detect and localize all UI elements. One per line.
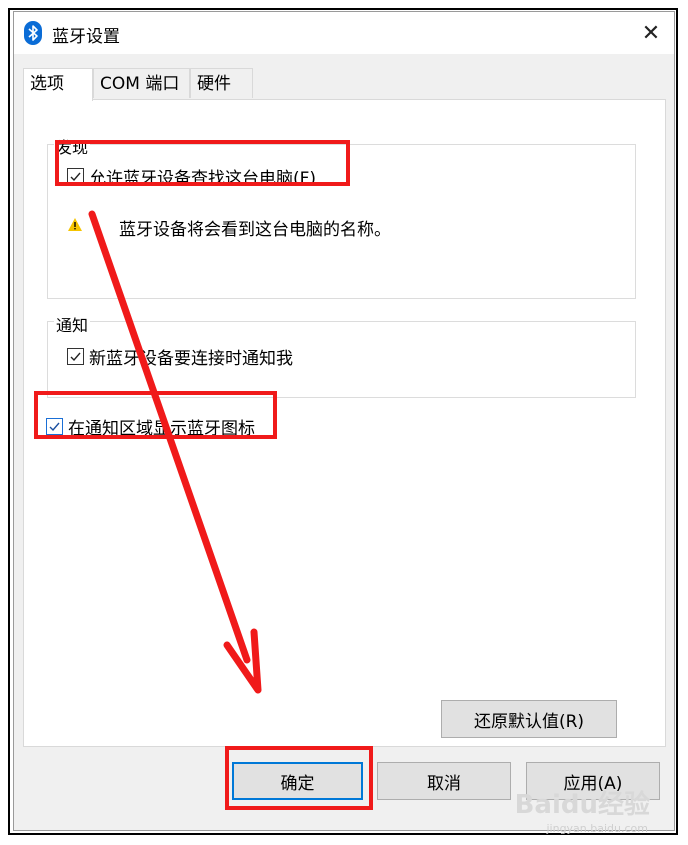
notify-checkbox[interactable] — [67, 348, 84, 365]
tab-options[interactable]: 选项 — [23, 68, 93, 101]
highlight-allow-discovery — [55, 140, 350, 186]
check-icon — [70, 352, 81, 362]
watermark-url: jingyan.baidu.com — [546, 822, 648, 835]
tab-hardware[interactable]: 硬件 — [190, 68, 253, 98]
title-bar: 蓝牙设置 ✕ — [14, 12, 674, 54]
notify-row[interactable]: 新蓝牙设备要连接时通知我 — [67, 344, 293, 369]
window-title: 蓝牙设置 — [52, 27, 120, 47]
notify-label: 新蓝牙设备要连接时通知我 — [89, 349, 293, 369]
bluetooth-icon — [24, 21, 42, 45]
close-button[interactable]: ✕ — [628, 12, 674, 54]
tab-com-ports[interactable]: COM 端口 — [93, 68, 190, 98]
cancel-button[interactable]: 取消 — [377, 762, 511, 800]
highlight-ok-button — [225, 746, 373, 810]
restore-defaults-button[interactable]: 还原默认值(R) — [441, 700, 617, 738]
warning-icon — [68, 218, 82, 231]
notification-legend: 通知 — [54, 312, 91, 336]
discovery-warning-text: 蓝牙设备将会看到这台电脑的名称。 — [119, 220, 391, 240]
watermark-brand: Baidu经验 — [514, 790, 650, 820]
highlight-tray-icon — [34, 391, 277, 439]
close-icon: ✕ — [641, 20, 661, 46]
